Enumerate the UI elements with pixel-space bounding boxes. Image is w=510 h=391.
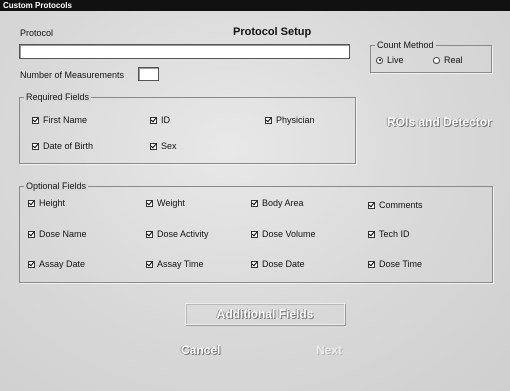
window-title: Custom Protocols — [0, 0, 510, 11]
radio-unselected-icon — [433, 56, 440, 64]
checkbox-dose-volume[interactable]: Dose Volume — [251, 229, 316, 239]
checkmark-icon — [32, 142, 39, 150]
required-fields-legend: Required Fields — [24, 92, 92, 102]
checkbox-label: Weight — [157, 198, 185, 208]
radio-selected-icon — [376, 56, 383, 64]
checkbox-sex[interactable]: Sex — [150, 141, 177, 151]
checkbox-dose-name[interactable]: Dose Name — [28, 229, 87, 239]
checkbox-label: Physician — [276, 115, 315, 125]
checkbox-label: Dose Time — [379, 259, 423, 269]
count-method-group: Count Method Live Real — [370, 40, 492, 73]
checkbox-label: Dose Name — [39, 229, 87, 239]
radio-live[interactable]: Live — [376, 55, 404, 65]
checkbox-first-name[interactable]: First Name — [32, 115, 87, 125]
checkbox-date-of-birth[interactable]: Date of Birth — [32, 141, 93, 151]
additional-fields-label: Additional Fields — [216, 307, 314, 321]
checkmark-icon — [28, 260, 35, 268]
checkmark-icon — [28, 199, 35, 207]
checkmark-icon — [368, 230, 375, 238]
checkmark-icon — [150, 116, 157, 124]
checkmark-icon — [146, 260, 153, 268]
radio-live-label: Live — [387, 55, 404, 65]
checkmark-icon — [150, 142, 157, 150]
checkbox-height[interactable]: Height — [28, 198, 65, 208]
checkbox-label: Assay Time — [157, 259, 204, 269]
checkbox-label: Sex — [161, 141, 177, 151]
checkbox-tech-id[interactable]: Tech ID — [368, 229, 410, 239]
radio-real[interactable]: Real — [433, 55, 463, 65]
checkbox-weight[interactable]: Weight — [146, 198, 185, 208]
custom-protocols-window: Custom Protocols Protocol Protocol Setup… — [0, 0, 510, 391]
checkbox-label: ID — [161, 115, 170, 125]
optional-fields-legend: Optional Fields — [24, 181, 89, 191]
optional-fields-group: Optional Fields Height Weight Body Area … — [19, 181, 493, 283]
checkbox-label: First Name — [43, 115, 88, 125]
checkmark-icon — [28, 230, 35, 238]
checkbox-label: Height — [39, 198, 66, 208]
checkmark-icon — [251, 260, 258, 268]
measurements-label: Number of Measurements — [20, 70, 125, 80]
checkmark-icon — [251, 230, 258, 238]
page-title: Protocol Setup — [233, 26, 312, 38]
checkmark-icon — [251, 199, 258, 207]
radio-real-label: Real — [444, 55, 463, 65]
checkbox-label: Dose Activity — [157, 229, 209, 239]
protocol-input[interactable] — [19, 44, 350, 59]
checkbox-id[interactable]: ID — [150, 115, 170, 125]
checkbox-dose-date[interactable]: Dose Date — [251, 259, 305, 269]
checkbox-label: Assay Date — [39, 259, 86, 269]
additional-fields-button[interactable]: Additional Fields — [185, 303, 345, 325]
checkbox-dose-time[interactable]: Dose Time — [368, 259, 422, 269]
required-fields-group: Required Fields First Name ID Physician … — [19, 92, 356, 164]
count-method-legend: Count Method — [375, 40, 436, 50]
cancel-button[interactable]: Cancel — [181, 343, 220, 357]
checkmark-icon — [32, 116, 39, 124]
checkbox-body-area[interactable]: Body Area — [251, 198, 304, 208]
checkmark-icon — [368, 260, 375, 268]
checkbox-label: Dose Date — [262, 259, 305, 269]
rois-and-detector-button[interactable]: ROIs and Detector — [387, 115, 492, 129]
checkmark-icon — [146, 199, 153, 207]
checkbox-label: Body Area — [262, 198, 304, 208]
checkbox-assay-date[interactable]: Assay Date — [28, 259, 85, 269]
checkbox-assay-time[interactable]: Assay Time — [146, 259, 204, 269]
protocol-label: Protocol — [20, 28, 54, 38]
checkmark-icon — [265, 116, 272, 124]
next-button[interactable]: Next — [316, 343, 342, 357]
measurements-input[interactable] — [138, 67, 159, 81]
checkbox-dose-activity[interactable]: Dose Activity — [146, 229, 209, 239]
checkbox-physician[interactable]: Physician — [265, 115, 315, 125]
checkbox-label: Date of Birth — [43, 141, 94, 151]
checkmark-icon — [368, 201, 375, 209]
checkmark-icon — [146, 230, 153, 238]
checkbox-label: Comments — [379, 200, 423, 210]
checkbox-label: Dose Volume — [262, 229, 316, 239]
checkbox-label: Tech ID — [379, 229, 410, 239]
checkbox-comments[interactable]: Comments — [368, 200, 423, 210]
